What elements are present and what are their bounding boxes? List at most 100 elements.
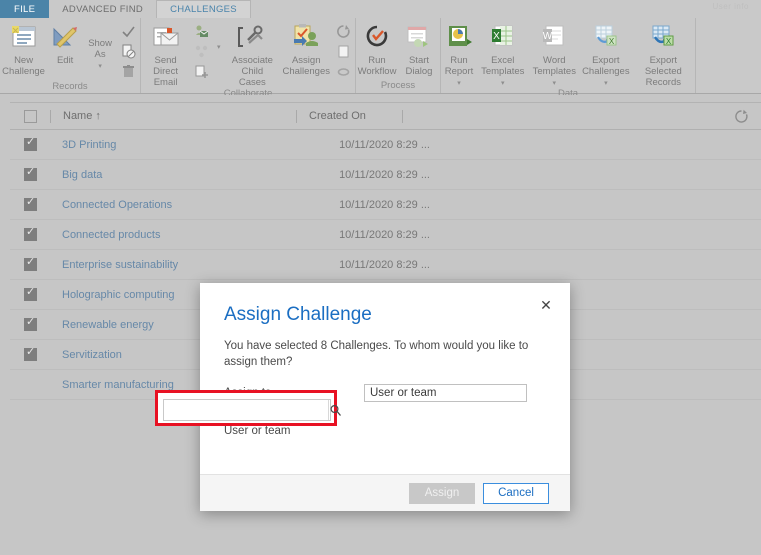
start-dialog-button[interactable]: Start Dialog [398,23,440,77]
export-challenges-label: Export Challenges [582,55,630,77]
new-challenge-label: New Challenge [2,55,45,77]
connect-icon[interactable] [194,44,209,59]
chevron-down-icon[interactable]: ▾ [98,62,102,70]
associate-child-cases-label: Associate Child Cases [231,55,273,88]
select-all-cell[interactable] [10,109,50,123]
table-row[interactable]: Connected products 10/11/2020 8:29 ... [10,220,761,250]
email-contact-icon[interactable] [194,24,209,39]
records-small-commands [117,23,140,79]
user-or-team-input[interactable] [164,400,328,420]
row-name-link[interactable]: 3D Printing [50,139,295,151]
row-checkbox[interactable] [24,256,37,271]
table-row[interactable]: Big data 10/11/2020 8:29 ... [10,160,761,190]
run-report-label: Run Report [444,55,474,77]
row-select-cell[interactable] [10,286,50,301]
export-challenges-button[interactable]: X Export Challenges ▾ [580,23,632,87]
share-icon[interactable] [336,24,351,39]
send-direct-email-button[interactable]: Send Direct Email [141,23,190,88]
column-header-name-label: Name [63,110,93,122]
chevron-down-icon[interactable]: ▾ [501,79,505,87]
edit-pencil-ruler-icon [49,23,81,53]
word-templates-icon: W [538,23,570,53]
search-icon[interactable] [328,400,342,420]
row-checkbox[interactable] [24,166,37,181]
user-or-team-lookup[interactable] [163,399,341,421]
tab-file[interactable]: FILE [0,0,50,18]
chevron-down-icon[interactable]: ▾ [604,79,608,87]
user-or-team-label: User or team [224,425,291,437]
row-select-cell[interactable] [10,226,50,241]
activate-check-icon[interactable] [121,24,136,39]
tab-challenges-label: CHALLENGES [170,4,237,15]
ribbon-group-records-label: Records [52,80,88,92]
svg-text:X: X [666,37,672,46]
copy-link-icon[interactable] [336,44,351,59]
collaborate-small-commands-2 [332,23,355,79]
edit-button[interactable]: Edit [47,23,83,66]
word-templates-label: Word Templates [532,55,576,77]
select-all-checkbox[interactable] [24,109,37,123]
cancel-button[interactable]: Cancel [483,482,549,504]
refresh-icon[interactable] [734,109,749,124]
column-header-name[interactable]: Name ↑ [51,110,296,122]
row-name-link[interactable]: Enterprise sustainability [50,259,295,271]
assign-challenges-icon [290,23,322,53]
row-select-cell[interactable] [10,136,50,151]
row-select-cell[interactable] [10,196,50,211]
row-checkbox[interactable] [24,196,37,211]
row-created-on: 10/11/2020 8:29 ... [339,138,430,151]
assign-button[interactable]: Assign [409,482,475,504]
table-row[interactable]: Enterprise sustainability 10/11/2020 8:29… [10,250,761,280]
tab-advanced-find[interactable]: ADVANCED FIND [49,0,156,18]
row-checkbox[interactable] [24,286,37,301]
deactivate-icon[interactable] [121,44,136,59]
row-select-cell[interactable] [10,346,50,361]
row-select-cell[interactable] [10,166,50,181]
run-workflow-button[interactable]: Run Workflow [356,23,398,77]
new-challenge-button[interactable]: New Challenge [0,23,47,77]
row-name-link[interactable]: Big data [50,169,295,181]
tab-challenges[interactable]: CHALLENGES [156,0,251,18]
row-name-link[interactable]: Connected Operations [50,199,295,211]
associate-child-cases-button[interactable]: Associate Child Cases [224,23,280,88]
row-checkbox[interactable] [24,136,37,151]
delete-trash-icon[interactable] [121,64,136,79]
export-challenges-icon: X [590,23,622,53]
export-selected-records-icon: X [647,23,679,53]
run-workflow-icon [361,23,393,53]
row-select-cell[interactable] [10,256,50,271]
row-checkbox[interactable] [24,226,37,241]
ribbon-group-records: New Challenge Edit Show As ▾ Records [0,18,140,93]
excel-templates-button[interactable]: X Excel Templates ▾ [477,23,529,87]
assign-challenges-button[interactable]: Assign Challenges [280,23,332,77]
table-row[interactable]: Connected Operations 10/11/2020 8:29 ... [10,190,761,220]
export-selected-records-button[interactable]: X Export Selected Records [632,23,695,88]
associate-child-cases-icon [236,23,268,53]
assign-to-select[interactable]: User or team [364,384,527,402]
collaborate-more-caret[interactable]: ▾ [213,23,224,51]
row-checkbox[interactable] [24,346,37,361]
run-report-button[interactable]: Run Report ▾ [441,23,477,87]
chevron-down-icon[interactable]: ▾ [217,43,221,51]
ribbon-group-spacer [695,18,761,93]
row-checkbox[interactable] [24,316,37,331]
chevron-down-icon[interactable]: ▾ [553,79,557,87]
assign-to-control[interactable]: User or team [364,384,527,402]
row-name-link[interactable]: Connected products [50,229,295,241]
collaborate-small-commands-1 [190,23,213,79]
column-header-created-on-label: Created On [309,110,366,122]
close-icon[interactable]: ✕ [538,297,554,313]
row-created-on: 10/11/2020 8:29 ... [339,198,430,211]
show-as-button[interactable]: Show As ▾ [83,23,117,70]
row-select-cell[interactable] [10,378,50,391]
table-row[interactable]: 3D Printing 10/11/2020 8:29 ... [10,130,761,160]
add-to-queue-icon[interactable] [194,64,209,79]
row-select-cell[interactable] [10,316,50,331]
run-report-icon [443,23,475,53]
chevron-down-icon[interactable]: ▾ [457,79,461,87]
column-header-created-on[interactable]: Created On [297,110,402,122]
ribbon-group-data: Run Report ▾ X Excel Templates ▾ W Word … [440,18,695,99]
follow-icon[interactable] [336,64,351,79]
new-record-icon [8,23,40,53]
word-templates-button[interactable]: W Word Templates ▾ [529,23,581,87]
